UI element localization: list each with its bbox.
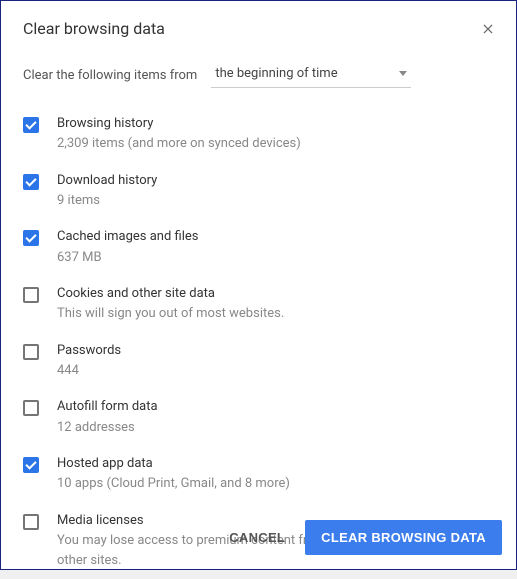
- option-label: Browsing history: [57, 115, 500, 133]
- option-label: Cookies and other site data: [57, 285, 500, 303]
- option-checkbox[interactable]: [23, 117, 39, 133]
- option-row: Browsing history2,309 items (and more on…: [23, 106, 500, 163]
- option-checkbox[interactable]: [23, 174, 39, 190]
- option-label: Hosted app data: [57, 455, 500, 473]
- option-text: Hosted app data10 apps (Cloud Print, Gma…: [57, 455, 500, 494]
- option-label: Autofill form data: [57, 398, 500, 416]
- timeframe-dropdown[interactable]: the beginning of time: [211, 62, 411, 88]
- timeframe-row: Clear the following items from the begin…: [1, 46, 516, 98]
- timeframe-selected: the beginning of time: [215, 66, 337, 81]
- clear-browsing-data-button[interactable]: CLEAR BROWSING DATA: [305, 520, 502, 555]
- option-checkbox[interactable]: [23, 344, 39, 360]
- option-subtext: 10 apps (Cloud Print, Gmail, and 8 more): [57, 474, 500, 494]
- option-row: Passwords444: [23, 333, 500, 390]
- close-button[interactable]: [480, 21, 496, 37]
- option-subtext: 444: [57, 361, 500, 381]
- option-text: Autofill form data 12 addresses: [57, 398, 500, 437]
- option-checkbox[interactable]: [23, 457, 39, 473]
- dialog-footer: CANCEL CLEAR BROWSING DATA: [199, 506, 516, 569]
- option-row: Hosted app data10 apps (Cloud Print, Gma…: [23, 446, 500, 503]
- dialog-header: Clear browsing data: [1, 1, 516, 46]
- option-label: Passwords: [57, 342, 500, 360]
- timeframe-label: Clear the following items from: [23, 68, 197, 83]
- option-row: Cached images and files 637 MB: [23, 219, 500, 276]
- option-label: Download history: [57, 172, 500, 190]
- dialog-title: Clear browsing data: [23, 19, 165, 38]
- option-text: Cookies and other site dataThis will sig…: [57, 285, 500, 324]
- cancel-button[interactable]: CANCEL: [213, 520, 301, 555]
- option-checkbox[interactable]: [23, 514, 39, 530]
- option-text: Browsing history2,309 items (and more on…: [57, 115, 500, 154]
- close-icon: [481, 22, 495, 36]
- option-checkbox[interactable]: [23, 400, 39, 416]
- option-subtext: 637 MB: [57, 248, 500, 268]
- option-checkbox[interactable]: [23, 230, 39, 246]
- option-checkbox[interactable]: [23, 287, 39, 303]
- option-subtext: 2,309 items (and more on synced devices): [57, 134, 500, 154]
- option-text: Download history9 items: [57, 172, 500, 211]
- option-label: Cached images and files: [57, 228, 500, 246]
- option-row: Autofill form data 12 addresses: [23, 389, 500, 446]
- option-row: Cookies and other site dataThis will sig…: [23, 276, 500, 333]
- option-row: Download history9 items: [23, 163, 500, 220]
- chevron-down-icon: [399, 71, 407, 76]
- option-text: Cached images and files 637 MB: [57, 228, 500, 267]
- option-text: Passwords444: [57, 342, 500, 381]
- option-subtext: This will sign you out of most websites.: [57, 304, 500, 324]
- clear-browsing-data-dialog: Clear browsing data Clear the following …: [0, 0, 517, 570]
- option-subtext: 9 items: [57, 191, 500, 211]
- option-subtext: 12 addresses: [57, 418, 500, 438]
